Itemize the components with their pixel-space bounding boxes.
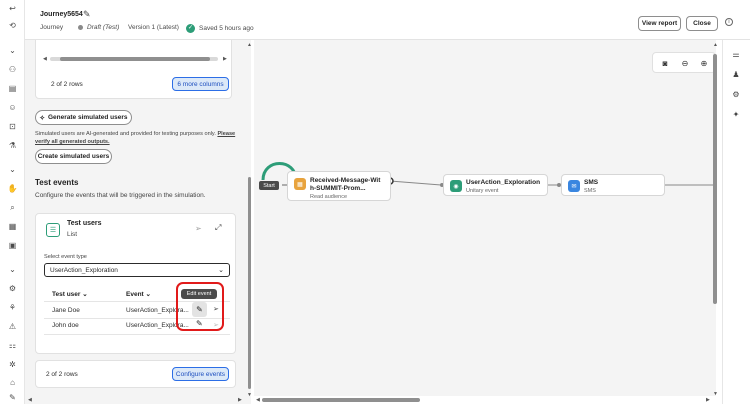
view-report-button[interactable]: View report (638, 16, 681, 31)
sort-chevron-icon: ⌄ (82, 291, 88, 298)
breadcrumb: Journey (40, 24, 64, 31)
user-settings-icon[interactable]: ♟ (730, 68, 742, 80)
test-events-description: Configure the events that will be trigge… (35, 192, 206, 199)
database-icon[interactable]: ▣ (6, 239, 19, 252)
network-icon[interactable]: ✲ (6, 358, 19, 371)
select-event-type-label: Select event type (44, 254, 87, 260)
journey-name: Journey5654 (40, 11, 83, 18)
target-icon[interactable]: ⊡ (6, 120, 19, 133)
settings-icon[interactable]: ⚙ (6, 282, 19, 295)
event-type-select[interactable]: UserAction_Exploration ⌄ (44, 263, 230, 277)
chevron-down-icon[interactable]: ⌄ (6, 263, 19, 276)
highlight-box (176, 282, 224, 331)
flow-icon[interactable]: ⚏ (6, 339, 19, 352)
select-value: UserAction_Exploration (50, 267, 118, 274)
canvas-vertical-scrollbar[interactable]: ▲ ▼ (712, 42, 718, 398)
unitary-event-node[interactable]: ◉ UserAction_Exploration Unitary event (443, 174, 548, 196)
chevron-down-icon: ⌄ (218, 267, 224, 274)
disclaimer: Simulated users are AI-generated and pro… (35, 131, 236, 145)
table-icon[interactable]: ▦ (6, 220, 19, 233)
scroll-up-icon[interactable]: ▲ (247, 42, 252, 48)
rows-count: 2 of 2 rows (46, 371, 78, 378)
saved-status: ✓ Saved 5 hours ago (186, 24, 254, 33)
tag-icon[interactable]: ⌂ (6, 376, 19, 389)
version-label: Version 1 (Latest) (128, 24, 179, 31)
rows-count: 2 of 2 rows (51, 81, 83, 88)
right-tool-rail: ⚌ ♟ ⚙ ✦ (722, 40, 750, 404)
pen-icon[interactable]: ✎ (6, 391, 19, 404)
send-icon[interactable]: ➢ (195, 224, 202, 233)
connectors (261, 162, 716, 187)
filters-icon[interactable]: ⚌ (730, 48, 742, 60)
scroll-left-icon[interactable]: ◀ (256, 397, 260, 403)
redo-icon[interactable]: ⟲ (6, 19, 19, 32)
start-node[interactable]: Start (259, 181, 279, 190)
hand-icon[interactable]: ✋ (6, 182, 19, 195)
flask-icon[interactable]: ⚗ (6, 139, 19, 152)
journey-header: Journey5654 ✎ Journey Draft (Test) Versi… (25, 0, 750, 40)
divider (44, 334, 230, 335)
card-title: Test users (67, 220, 102, 227)
scroll-left-icon[interactable]: ◀ (28, 397, 32, 403)
dashboard-icon[interactable]: ▤ (6, 82, 19, 95)
user-icon[interactable]: ☺ (6, 101, 19, 114)
scroll-left-icon[interactable]: ◀ (43, 56, 47, 62)
users-table-card: ◀ ▶ 2 of 2 rows 6 more columns (35, 40, 232, 99)
generate-simulated-users-button[interactable]: ✧ Generate simulated users (35, 110, 132, 125)
close-button[interactable]: Close (686, 16, 718, 31)
journey-canvas[interactable]: ◙ ⊖ ⊕ Start ▦ Received-Message-Wit h-SUM… (254, 40, 716, 396)
read-audience-node[interactable]: ▦ Received-Message-Wit h-SUMMIT-Prom... … (287, 171, 391, 201)
chevron-down-icon[interactable]: ⌄ (6, 44, 19, 57)
column-header-test-user[interactable]: Test user ⌄ (52, 290, 88, 298)
magic-wand-icon[interactable]: ✦ (730, 108, 742, 120)
scroll-right-icon[interactable]: ▶ (238, 397, 242, 403)
card-subtitle: List (67, 231, 78, 238)
sms-node[interactable]: ✉ SMS SMS (561, 174, 665, 196)
scroll-up-icon[interactable]: ▲ (713, 42, 718, 48)
scrollbar-thumb[interactable] (713, 54, 717, 304)
status-dot-icon (78, 24, 83, 30)
scroll-right-icon[interactable]: ▶ (706, 397, 710, 403)
expand-icon[interactable]: ⤢ (215, 223, 221, 233)
test-users-footer: 2 of 2 rows Configure events (35, 360, 236, 388)
more-columns-button[interactable]: 6 more columns (172, 77, 229, 91)
graph-icon[interactable]: ⚘ (6, 301, 19, 314)
table-row-user: Jane Doe (52, 307, 80, 314)
search-icon[interactable]: ⌕ (6, 201, 19, 214)
scrollbar-thumb[interactable] (248, 177, 251, 389)
panel-vertical-scrollbar[interactable]: ▲ ▼ (247, 42, 252, 398)
scrollbar-thumb[interactable] (262, 398, 420, 402)
canvas-horizontal-scrollbar[interactable] (262, 398, 708, 402)
gear-icon[interactable]: ⚙ (730, 88, 742, 100)
horizontal-scrollbar[interactable] (50, 57, 218, 61)
scroll-down-icon[interactable]: ▼ (713, 391, 718, 397)
chevron-down-icon[interactable]: ⌄ (6, 163, 19, 176)
check-icon: ✓ (186, 24, 195, 33)
left-nav-rail: ↩ ⟲ ⌄ ⚇ ▤ ☺ ⊡ ⚗ ⌄ ✋ ⌕ ▦ ▣ ⌄ ⚙ ⚘ ⚠ ⚏ ✲ ⌂ … (0, 0, 25, 404)
status-badge: Draft (Test) (78, 24, 119, 31)
scroll-down-icon[interactable]: ▼ (247, 392, 252, 398)
configure-events-button[interactable]: Configure events (172, 367, 229, 381)
list-icon: ☰ (46, 223, 60, 237)
scroll-right-icon[interactable]: ▶ (223, 56, 227, 62)
audience-icon: ▦ (294, 178, 306, 190)
column-header-event[interactable]: Event ⌄ (126, 290, 151, 298)
test-events-title: Test events (35, 178, 79, 187)
info-icon[interactable]: i (725, 18, 733, 26)
sms-icon: ✉ (568, 180, 580, 192)
sort-chevron-icon: ⌄ (145, 291, 151, 298)
alert-icon[interactable]: ⚠ (6, 320, 19, 333)
scrollbar-thumb[interactable] (60, 57, 210, 61)
sparkle-icon: ✧ (39, 114, 45, 122)
undo-icon[interactable]: ↩ (6, 2, 19, 15)
create-simulated-users-button[interactable]: Create simulated users (35, 149, 112, 164)
event-icon: ◉ (450, 180, 462, 192)
table-row-user: John doe (52, 322, 79, 329)
edit-name-icon[interactable]: ✎ (83, 9, 91, 20)
simulation-panel: ◀ ▶ 2 of 2 rows 6 more columns ✧ Generate… (25, 40, 251, 404)
people-icon[interactable]: ⚇ (6, 63, 19, 76)
